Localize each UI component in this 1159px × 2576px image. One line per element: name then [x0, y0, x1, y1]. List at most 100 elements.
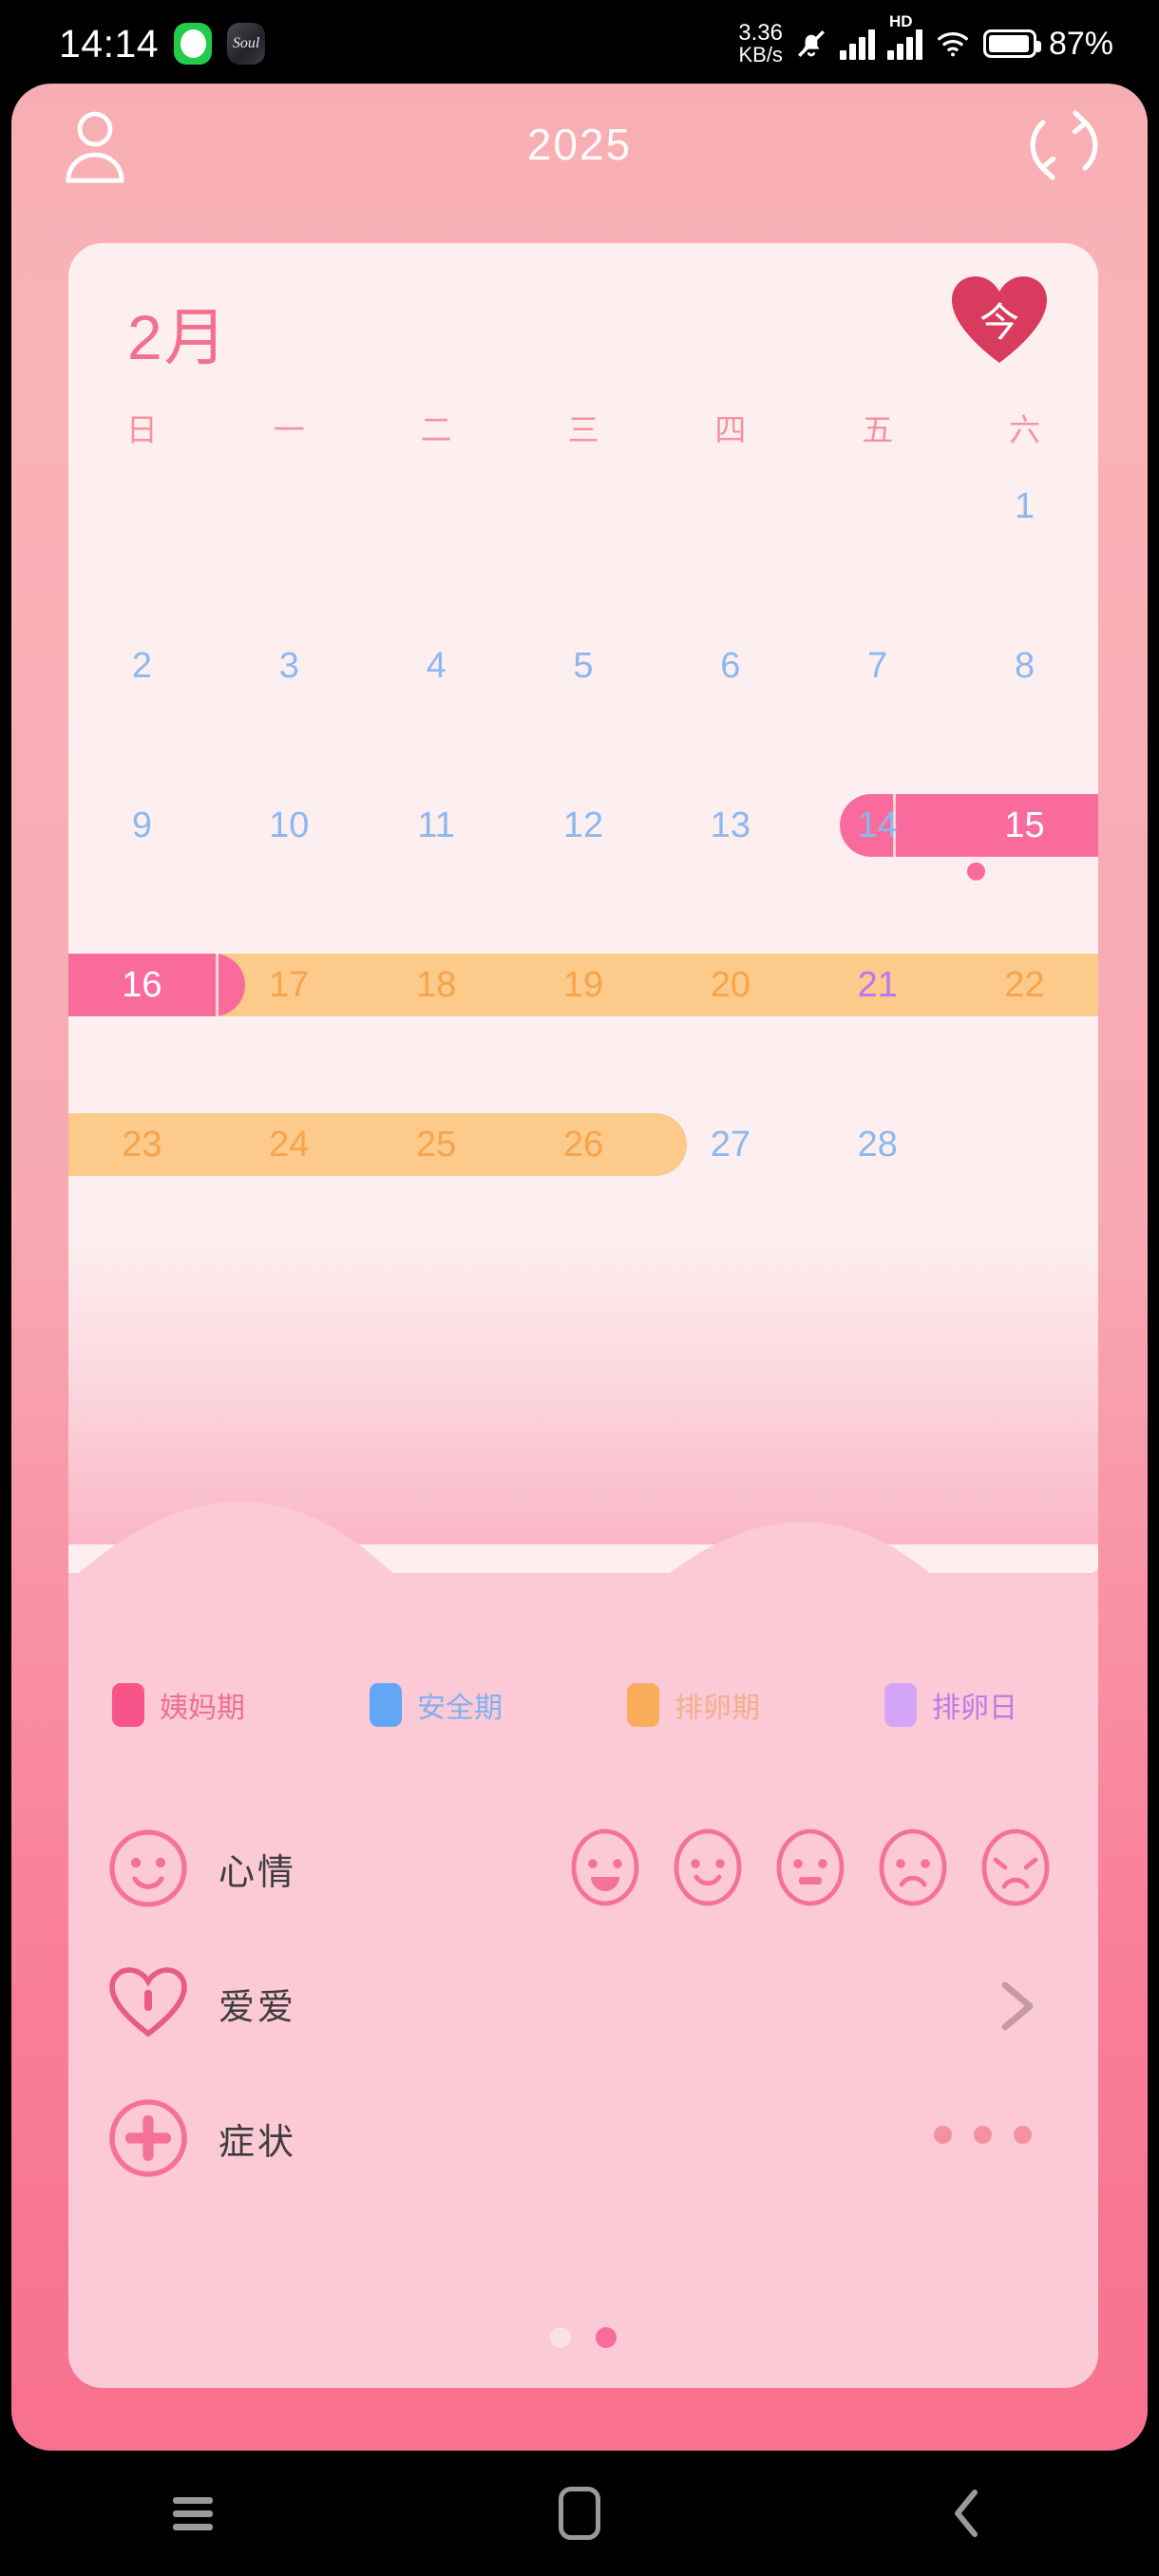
- weekday-fri: 五: [862, 412, 894, 447]
- calendar-week-row: 23 24 25 26 27 28: [68, 1098, 1098, 1191]
- day-cell[interactable]: 16: [68, 938, 216, 1032]
- day-cell[interactable]: 17: [216, 938, 363, 1032]
- legend-swatch-ovulation-day: [884, 1683, 917, 1727]
- tracking-row-symptoms[interactable]: 症状: [68, 2071, 1098, 2206]
- page-indicator: [68, 2327, 1098, 2348]
- day-cell[interactable]: 19: [510, 938, 657, 1032]
- app-header: 2025: [11, 84, 1148, 205]
- page-dot-2-active[interactable]: [596, 2327, 617, 2348]
- mood-option-sad-face[interactable]: [876, 1828, 950, 1907]
- day-cell[interactable]: 23: [68, 1098, 216, 1191]
- person-icon[interactable]: [61, 108, 129, 184]
- chevron-right-icon[interactable]: [996, 1978, 1039, 2035]
- mood-option-neutral-face[interactable]: [773, 1828, 847, 1907]
- signal-bars-sim1: [839, 28, 875, 60]
- mood-option-laughing-face[interactable]: [568, 1828, 642, 1907]
- day-cell[interactable]: 24: [216, 1098, 363, 1191]
- day-cell[interactable]: [216, 460, 363, 553]
- weekday-wed: 三: [567, 412, 599, 447]
- battery-percent: 87%: [1048, 25, 1113, 62]
- app-container: 2025 2月 今 日 一 二 三 四 五 六 1 2 3 4 5 6 7 8 …: [11, 84, 1148, 2451]
- calendar-grid: 1 2 3 4 5 6 7 8 9 10 11 12 13 14 15 16 1…: [68, 460, 1098, 1191]
- tracking-rows: 心情 爱爱 症状: [68, 1801, 1098, 2206]
- heart-with-bar-icon: [108, 1963, 188, 2043]
- day-cell[interactable]: [804, 460, 951, 553]
- smiley-face-icon: [108, 1828, 188, 1908]
- day-cell[interactable]: 12: [510, 779, 657, 872]
- mood-option-smiling-face[interactable]: [671, 1828, 745, 1907]
- tracking-row-intimacy[interactable]: 爱爱: [68, 1936, 1098, 2071]
- day-cell[interactable]: [510, 460, 657, 553]
- calendar-week-row: 2 3 4 5 6 7 8: [68, 619, 1098, 712]
- legend-swatch-ovulation: [627, 1683, 659, 1727]
- tracking-row-label-symptoms: 症状: [218, 2122, 297, 2163]
- recents-icon[interactable]: [136, 2471, 250, 2556]
- legend-label-ovulation-day: 排卵日: [932, 1693, 1017, 1724]
- status-bar-left: 14:14 Soul: [59, 22, 266, 66]
- day-cell[interactable]: 25: [363, 1098, 510, 1191]
- legend-swatch-safe: [370, 1683, 402, 1727]
- day-cell-selected[interactable]: 15: [951, 779, 1098, 872]
- day-cell[interactable]: 10: [216, 779, 363, 872]
- tracking-row-label-mood: 心情: [218, 1852, 297, 1893]
- status-bar-right: 3.36 KB/s HD 87%: [738, 12, 1113, 66]
- tracking-row-mood[interactable]: 心情: [68, 1801, 1098, 1936]
- wifi-icon: [935, 29, 971, 58]
- home-icon[interactable]: [522, 2471, 636, 2556]
- day-cell[interactable]: 11: [363, 779, 510, 872]
- mood-option-crying-face[interactable]: [978, 1828, 1053, 1907]
- day-cell[interactable]: 2: [68, 619, 216, 712]
- page-dot-1[interactable]: [550, 2327, 571, 2348]
- day-cell[interactable]: [68, 460, 216, 553]
- legend-item-ovulation: 排卵期: [583, 1683, 841, 1727]
- today-button-label: 今: [978, 300, 1019, 345]
- day-cell[interactable]: [656, 460, 804, 553]
- legend-item-safe: 安全期: [326, 1683, 583, 1727]
- day-cell[interactable]: 13: [656, 779, 804, 872]
- phone-screen: 14:14 Soul 3.36 KB/s HD 87% 2025 2月 今 日 …: [0, 0, 1159, 2576]
- day-cell[interactable]: 8: [951, 619, 1098, 712]
- more-dots-icon[interactable]: [934, 2126, 1032, 2144]
- day-cell[interactable]: 20: [656, 938, 804, 1032]
- day-cell[interactable]: 18: [363, 938, 510, 1032]
- notification-icon-green: [174, 23, 213, 65]
- weekday-sat: 六: [1009, 412, 1041, 447]
- sync-icon[interactable]: [1026, 104, 1102, 186]
- day-cell[interactable]: 27: [656, 1098, 804, 1191]
- calendar-week-row: 16 17 18 19 20 21 22: [68, 938, 1098, 1032]
- notification-icon-soul: Soul: [227, 23, 266, 65]
- weekday-header: 日 一 二 三 四 五 六: [68, 405, 1098, 450]
- day-cell[interactable]: [363, 460, 510, 553]
- day-cell[interactable]: 9: [68, 779, 216, 872]
- day-cell[interactable]: 22: [951, 938, 1098, 1032]
- day-cell[interactable]: 26: [510, 1098, 657, 1191]
- mood-selector: [568, 1828, 1053, 1907]
- day-cell[interactable]: [951, 1098, 1098, 1191]
- weekday-sun: 日: [125, 412, 158, 447]
- legend-item-period: 姨妈期: [68, 1683, 326, 1727]
- legend-label-period: 姨妈期: [160, 1693, 245, 1724]
- network-speed-unit: KB/s: [738, 43, 783, 66]
- calendar-week-row: 9 10 11 12 13 14 15: [68, 779, 1098, 881]
- day-cell[interactable]: 4: [363, 619, 510, 712]
- day-cell[interactable]: 7: [804, 619, 951, 712]
- day-cell[interactable]: 5: [510, 619, 657, 712]
- today-dot-marker: [967, 862, 985, 881]
- battery-icon: [982, 29, 1041, 58]
- today-button[interactable]: 今: [950, 274, 1049, 367]
- legend-swatch-period: [112, 1683, 144, 1727]
- day-cell[interactable]: 28: [804, 1098, 951, 1191]
- android-nav-bar: [0, 2451, 1159, 2576]
- mute-bell-icon: [795, 28, 827, 60]
- legend-label-ovulation: 排卵期: [674, 1693, 760, 1724]
- day-cell-ovulation-day[interactable]: 21: [804, 938, 951, 1032]
- page-title: 2025: [526, 120, 633, 169]
- day-cell[interactable]: 1: [951, 460, 1098, 553]
- day-cell[interactable]: 6: [656, 619, 804, 712]
- day-cell[interactable]: 3: [216, 619, 363, 712]
- network-speed-value: 3.36: [738, 20, 783, 46]
- signal-bars-sim2: HD: [886, 12, 922, 60]
- back-icon[interactable]: [909, 2471, 1023, 2556]
- plus-circle-icon: [108, 2098, 188, 2178]
- day-cell[interactable]: 14: [804, 779, 951, 872]
